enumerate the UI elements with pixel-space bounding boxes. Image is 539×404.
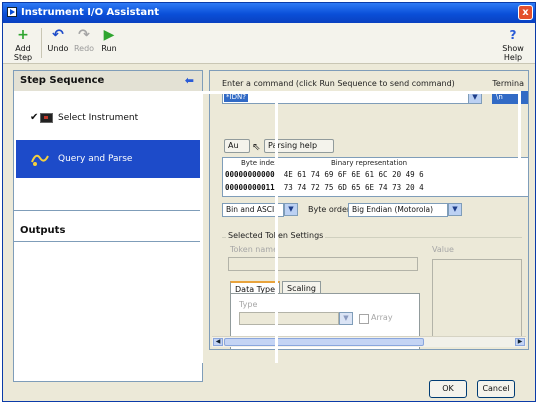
ok-button[interactable]: OK — [429, 380, 467, 398]
binary-row[interactable]: 00000000000: 4E 61 74 69 6F 6E 61 6C 20 … — [225, 169, 424, 180]
title-bar: Instrument I/O Assistant x — [3, 3, 535, 23]
step-sequence-header: Step Sequence ⬅ — [14, 71, 202, 91]
type-label: Type — [239, 300, 258, 309]
redo-label: Redo — [73, 44, 95, 53]
array-checkbox[interactable] — [359, 314, 369, 324]
help-icon: ? — [509, 28, 517, 42]
command-label: Enter a command (click Run Sequence to s… — [222, 79, 455, 88]
outputs-title: Outputs — [20, 225, 66, 236]
step-sequence-pane: Step Sequence ⬅ ✔ Select Instrument Quer… — [13, 70, 203, 382]
scroll-left-icon[interactable]: ◀ — [213, 338, 223, 346]
step-config-pane: Enter a command (click Run Sequence to s… — [209, 70, 529, 350]
step-label: Query and Parse — [58, 154, 133, 164]
toolbar-separator — [41, 28, 42, 58]
array-label: Array — [371, 313, 393, 322]
scroll-right-icon[interactable]: ▶ — [515, 338, 525, 346]
mouse-cursor-icon: ⇖ — [252, 142, 261, 153]
byte-index-header: Byte index — [241, 159, 279, 167]
window-title: Instrument I/O Assistant — [21, 7, 160, 18]
binary-row[interactable]: 00000000011: 73 74 72 75 6D 65 6E 74 73 … — [225, 182, 424, 193]
value-field[interactable] — [432, 259, 522, 345]
toolbar: + Add Step ↶ Undo ↷ Redo ▶ Run ? Show He… — [3, 23, 535, 64]
step-query-and-parse[interactable]: Query and Parse — [16, 140, 200, 178]
run-icon: ▶ — [103, 27, 115, 43]
run-button[interactable]: ▶ Run — [99, 26, 119, 53]
byte-values: 73 74 72 75 6D 65 6E 74 73 20 4 — [283, 183, 424, 192]
section-divider — [14, 210, 202, 211]
collapse-arrow-icon[interactable]: ⬅ — [185, 71, 194, 91]
byte-values: 4E 61 74 69 6F 6E 61 6C 20 49 6 — [283, 170, 424, 179]
redo-button[interactable]: ↷ Redo — [73, 26, 95, 53]
run-label: Run — [101, 44, 117, 53]
callout-line — [200, 91, 203, 363]
query-parse-icon — [31, 154, 49, 166]
plus-icon: + — [17, 27, 29, 43]
display-mode-dropdown-button[interactable]: ▼ — [284, 203, 298, 216]
scrollbar-thumb[interactable] — [224, 338, 424, 346]
undo-label: Undo — [47, 44, 69, 53]
show-help-label: Show Help — [502, 44, 524, 62]
callout-line — [275, 91, 278, 363]
instrument-icon — [40, 113, 53, 123]
add-step-label: Add Step — [13, 44, 33, 62]
type-dropdown-button[interactable]: ▼ — [339, 312, 353, 325]
outputs-header: Outputs — [14, 221, 202, 241]
show-help-button[interactable]: ? Show Help — [495, 26, 531, 62]
instrument-io-assistant-window: Instrument I/O Assistant x + Add Step ↶ … — [2, 2, 536, 402]
callout-line — [200, 91, 518, 94]
step-label: Select Instrument — [58, 113, 139, 123]
step-select-instrument[interactable]: ✔ Select Instrument — [16, 99, 200, 137]
checkmark-icon: ✔ — [30, 112, 39, 123]
redo-icon: ↷ — [78, 27, 90, 43]
command-value: *IDN? — [224, 93, 248, 102]
close-button[interactable]: x — [518, 5, 533, 20]
app-icon — [7, 7, 17, 17]
byte-index: 00000000011: — [225, 183, 280, 192]
horizontal-scrollbar[interactable]: ◀ ▶ — [212, 336, 526, 347]
token-name-field[interactable] — [228, 257, 418, 271]
callout-line — [518, 91, 521, 181]
type-select[interactable] — [239, 312, 339, 325]
undo-button[interactable]: ↶ Undo — [46, 26, 70, 53]
binary-header: Binary representation — [331, 159, 408, 167]
tab-auto-parse[interactable]: Au — [224, 139, 250, 153]
value-label: Value — [432, 245, 454, 254]
byte-order-select[interactable]: Big Endian (Motorola) — [348, 203, 448, 217]
undo-icon: ↶ — [52, 27, 64, 43]
token-name-label: Token name — [230, 245, 278, 254]
byte-order-label: Byte order — [308, 205, 351, 214]
terminator-label: Termina — [492, 79, 524, 88]
outputs-divider — [14, 241, 202, 242]
cancel-button[interactable]: Cancel — [477, 380, 515, 398]
add-step-button[interactable]: + Add Step — [9, 26, 37, 62]
binary-view[interactable]: Byte index Binary representation 0000000… — [222, 157, 528, 197]
byte-index: 00000000000: — [225, 170, 280, 179]
byte-order-dropdown-button[interactable]: ▼ — [448, 203, 462, 216]
step-sequence-title: Step Sequence — [20, 75, 105, 86]
